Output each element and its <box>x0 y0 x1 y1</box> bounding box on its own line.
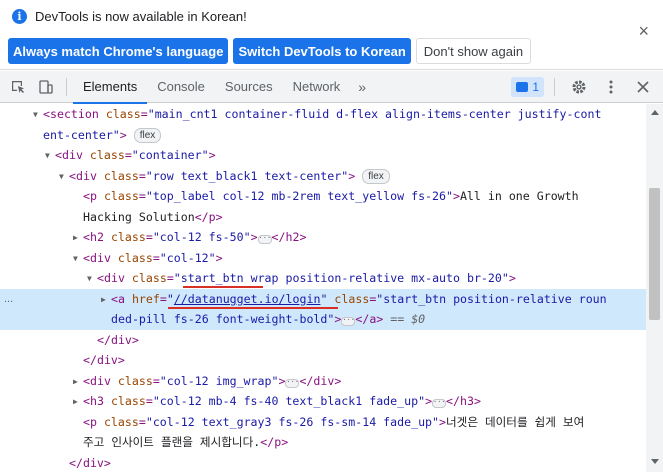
tab-elements[interactable]: Elements <box>73 71 148 104</box>
device-toolbar-icon[interactable] <box>32 73 60 101</box>
devtools-toolbar: Elements Console Sources Network » 1 <box>0 71 663 104</box>
switch-to-korean-button[interactable]: Switch DevTools to Korean <box>233 38 411 64</box>
tree-node-h3[interactable]: ▶ <h3 class="col-12 mb-4 fs-40 text_black… <box>0 391 646 412</box>
tree-node-p-korean[interactable]: <p class="col-12 text_gray3 fs-26 fs-sm-… <box>0 412 646 433</box>
scroll-down-arrow-icon[interactable] <box>651 459 659 464</box>
elements-tree[interactable]: ▼ <section class="main_cnt1 container-flu… <box>0 104 646 472</box>
tree-node-p-top-label-cont[interactable]: Hacking Solution</p> <box>0 207 646 228</box>
tree-node-section[interactable]: ▼ <section class="main_cnt1 container-flu… <box>0 104 646 125</box>
expanded-triangle-icon[interactable]: ▼ <box>45 146 55 167</box>
selected-node-marker: == $0 <box>390 312 426 326</box>
tree-node-h2[interactable]: ▶ <h2 class="col-12 fs-50">···</h2> <box>0 227 646 248</box>
tree-node-p-top-label[interactable]: <p class="top_label col-12 mb-2rem text_… <box>0 186 646 207</box>
ellipsis-icon[interactable]: ··· <box>285 378 300 388</box>
info-icon: i <box>12 9 27 24</box>
href-link[interactable]: //datanugget.io/login <box>174 292 321 306</box>
scrollbar-thumb[interactable] <box>649 188 660 320</box>
infobar-message-row: i DevTools is now available in Korean! <box>12 9 247 24</box>
tree-scrollbar[interactable] <box>646 104 663 472</box>
language-infobar: i DevTools is now available in Korean! A… <box>0 0 663 70</box>
collapsed-triangle-icon[interactable]: ▶ <box>73 392 83 413</box>
tab-network[interactable]: Network <box>283 71 351 103</box>
expanded-triangle-icon[interactable]: ▼ <box>73 249 83 270</box>
tree-node-container[interactable]: ▼ <div class="container"> <box>0 145 646 166</box>
tree-node-a-selected-cont[interactable]: ded-pill fs-26 font-weight-bold">···</a>… <box>0 309 646 330</box>
expanded-triangle-icon[interactable]: ▼ <box>59 167 69 188</box>
ellipsis-icon[interactable]: ··· <box>432 399 447 408</box>
expanded-triangle-icon[interactable]: ▼ <box>87 269 97 290</box>
message-icon <box>516 81 529 92</box>
tree-node-a-selected[interactable]: ... ▶ <a href="//datanugget.io/login" clas… <box>0 288 646 311</box>
tree-node-row[interactable]: ▼ <div class="row text_black1 text-center… <box>0 166 646 187</box>
ellipsis-icon[interactable]: ··· <box>341 317 356 326</box>
gear-icon[interactable] <box>565 73 593 101</box>
kebab-menu-icon[interactable] <box>597 73 625 101</box>
flex-badge[interactable]: flex <box>362 168 390 184</box>
collapsed-triangle-icon[interactable]: ▶ <box>101 290 111 311</box>
expanded-triangle-icon[interactable]: ▼ <box>33 105 43 126</box>
tree-node-img-wrap[interactable]: ▶ <div class="col-12 img_wrap">···</div> <box>0 371 646 392</box>
toolbar-divider <box>554 77 555 96</box>
dont-show-again-button[interactable]: Don't show again <box>415 38 532 64</box>
issues-count: 1 <box>532 79 539 94</box>
close-icon[interactable]: × <box>638 22 649 40</box>
tree-node-start-btn-wrap[interactable]: ▼ <div class="start_btn wrap position-rel… <box>0 268 646 289</box>
node-actions-icon[interactable]: ... <box>4 289 13 310</box>
collapsed-triangle-icon[interactable]: ▶ <box>73 372 83 393</box>
tree-node-close-div[interactable]: </div> <box>0 330 646 351</box>
tab-console[interactable]: Console <box>147 71 215 103</box>
tree-node-close-div[interactable]: </div> <box>0 350 646 371</box>
tab-sources[interactable]: Sources <box>215 71 283 103</box>
toolbar-divider <box>66 77 67 96</box>
close-devtools-icon[interactable] <box>629 73 657 101</box>
always-match-language-button[interactable]: Always match Chrome's language <box>8 38 229 64</box>
scroll-up-arrow-icon[interactable] <box>651 110 659 115</box>
tree-node-col12[interactable]: ▼ <div class="col-12"> <box>0 248 646 269</box>
more-tabs-chevron-icon[interactable]: » <box>350 79 374 95</box>
tree-node-p-korean-cont[interactable]: 주고 인사이트 플랜을 제시합니다.</p> <box>0 432 646 453</box>
tree-node-section-cont[interactable]: ent-center"> flex <box>0 125 646 146</box>
issues-badge[interactable]: 1 <box>511 76 544 97</box>
ellipsis-icon[interactable]: ··· <box>257 235 272 244</box>
inspect-element-icon[interactable] <box>4 73 32 101</box>
flex-badge[interactable]: flex <box>133 127 162 143</box>
collapsed-triangle-icon[interactable]: ▶ <box>73 228 83 249</box>
tree-node-close-div[interactable]: </div> <box>0 453 646 472</box>
infobar-message: DevTools is now available in Korean! <box>35 9 247 24</box>
